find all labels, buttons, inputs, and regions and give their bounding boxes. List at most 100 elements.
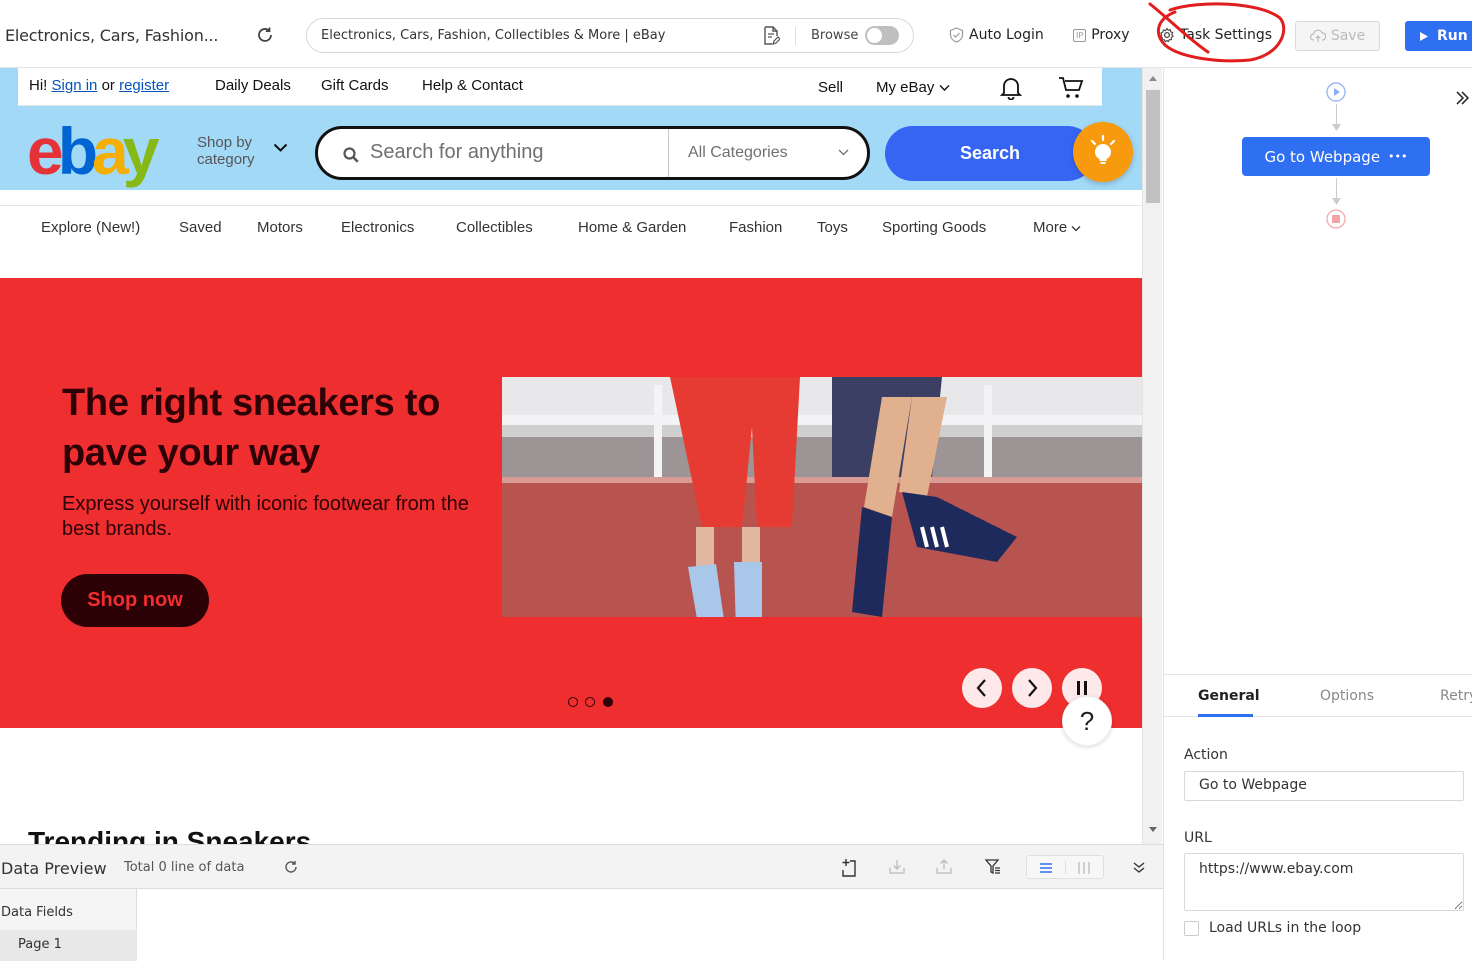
nav-home-garden[interactable]: Home & Garden (578, 219, 686, 236)
carousel-prev-button[interactable] (962, 668, 1002, 708)
flow-start-icon[interactable] (1326, 82, 1346, 102)
tab-options[interactable]: Options (1320, 688, 1374, 704)
shield-check-icon (949, 27, 964, 43)
category-select[interactable]: All Categories (688, 144, 788, 162)
browse-label: Browse (811, 28, 859, 43)
nav-saved[interactable]: Saved (179, 219, 222, 236)
ip-icon: IP (1073, 28, 1087, 42)
page-1-item[interactable]: Page 1 (0, 930, 137, 961)
nav-electronics[interactable]: Electronics (341, 219, 414, 236)
add-page-icon[interactable] (840, 858, 858, 878)
scroll-thumb[interactable] (1146, 90, 1160, 203)
auto-login-button[interactable]: Auto Login (949, 27, 1044, 43)
save-button[interactable]: Save (1295, 21, 1380, 51)
hero-subtitle: Express yourself with iconic footwear fr… (62, 493, 469, 540)
page-scrollbar[interactable] (1142, 68, 1162, 844)
page-tab-title[interactable]: Electronics, Cars, Fashion... (5, 26, 218, 45)
tab-retry[interactable]: Retry (1440, 688, 1472, 704)
cart-icon[interactable] (1058, 76, 1084, 104)
play-icon (1420, 31, 1428, 41)
category-nav: Explore (New!) Saved Motors Electronics … (0, 205, 1142, 249)
action-field[interactable]: Go to Webpage (1184, 771, 1464, 801)
collapse-down-icon[interactable] (1132, 861, 1146, 875)
logo-y: y (122, 114, 160, 188)
search-input[interactable] (370, 141, 660, 164)
node-more-icon[interactable]: ••• (1388, 150, 1407, 163)
refresh-icon[interactable] (283, 859, 299, 875)
chevron-down-icon[interactable] (273, 143, 288, 153)
data-preview-panel: Data Preview Total 0 line of data Data F… (0, 844, 1163, 961)
register-link[interactable]: register (119, 77, 169, 94)
tab-general[interactable]: General (1198, 688, 1260, 704)
nav-explore[interactable]: Explore (New!) (41, 219, 140, 236)
nav-sporting-goods[interactable]: Sporting Goods (882, 219, 986, 236)
double-chevron-right-icon[interactable] (1454, 90, 1470, 106)
load-urls-loop-checkbox[interactable] (1184, 921, 1199, 936)
url-field[interactable]: https://www.ebay.com (1184, 853, 1464, 911)
scroll-down-arrow-icon[interactable] (1143, 824, 1163, 836)
pause-icon (1077, 681, 1087, 695)
run-button[interactable]: Run (1405, 21, 1472, 51)
my-ebay-menu[interactable]: My eBay (876, 79, 950, 96)
shop-by-category-button[interactable]: Shop by category (197, 134, 269, 168)
export-icon[interactable] (935, 858, 953, 876)
carousel-dot[interactable] (585, 697, 595, 707)
chevron-down-icon (838, 149, 849, 156)
data-fields-sidebar: Data Fields Page 1 (0, 889, 137, 961)
daily-deals-link[interactable]: Daily Deals (215, 77, 291, 94)
scroll-up-arrow-icon[interactable] (1143, 72, 1163, 84)
nav-toys[interactable]: Toys (817, 219, 848, 236)
flow-end-icon[interactable] (1326, 209, 1346, 229)
flow-arrow-icon (1332, 198, 1341, 205)
carousel-dot-active[interactable] (603, 697, 613, 707)
go-to-webpage-node[interactable]: Go to Webpage ••• (1242, 137, 1430, 176)
nav-fashion[interactable]: Fashion (729, 219, 782, 236)
ebay-header: ebay Shop by category All Categories Sea… (0, 106, 1142, 190)
ebay-logo[interactable]: ebay (27, 118, 159, 184)
workflow-panel: Go to Webpage ••• General Options Retry … (1163, 68, 1472, 960)
hero-sneakers-image[interactable] (502, 377, 1142, 617)
reload-icon[interactable] (254, 24, 276, 46)
hero-title: The right sneakers to pave your way (62, 382, 441, 474)
divider (668, 129, 669, 177)
edit-document-icon[interactable] (762, 26, 781, 46)
data-total-count: Total 0 line of data (124, 860, 245, 875)
url-bar[interactable]: Electronics, Cars, Fashion, Collectibles… (306, 18, 914, 53)
task-settings-label: Task Settings (1180, 27, 1273, 43)
proxy-button[interactable]: IP Proxy (1073, 27, 1130, 43)
nav-more[interactable]: More (1033, 219, 1081, 236)
gift-cards-link[interactable]: Gift Cards (321, 77, 389, 94)
node-label: Go to Webpage (1264, 147, 1381, 166)
carousel-next-button[interactable] (1012, 668, 1052, 708)
search-icon (343, 147, 359, 163)
sign-in-link[interactable]: Sign in (52, 77, 98, 94)
logo-e: e (27, 114, 64, 188)
nav-more-label: More (1033, 219, 1068, 236)
logo-a: a (92, 114, 129, 188)
chevron-left-icon (976, 679, 986, 697)
auto-login-label: Auto Login (969, 27, 1044, 43)
data-preview-title: Data Preview (1, 859, 107, 878)
column-view-icon[interactable] (1077, 861, 1091, 875)
bell-icon[interactable] (999, 76, 1023, 104)
url-text[interactable]: Electronics, Cars, Fashion, Collectibles… (321, 28, 665, 43)
list-view-icon[interactable] (1039, 862, 1053, 874)
task-settings-button[interactable]: Task Settings (1159, 27, 1272, 43)
help-contact-link[interactable]: Help & Contact (422, 77, 523, 94)
search-button[interactable]: Search (885, 126, 1095, 181)
filter-icon[interactable] (984, 858, 1002, 876)
hero-banner: The right sneakers to pave your way Expr… (0, 278, 1142, 728)
browse-toggle[interactable] (865, 26, 899, 45)
trending-heading: Trending in Sneakers (28, 826, 312, 844)
download-icon[interactable] (888, 858, 906, 876)
shop-now-button[interactable]: Shop now (61, 574, 209, 627)
nav-collectibles[interactable]: Collectibles (456, 219, 533, 236)
help-button[interactable]: ? (1062, 696, 1112, 746)
properties-tabs: General Options Retry (1164, 675, 1472, 717)
view-mode-toggle[interactable] (1026, 855, 1104, 879)
nav-edge (0, 68, 18, 106)
carousel-dot[interactable] (568, 697, 578, 707)
sell-link[interactable]: Sell (818, 79, 843, 96)
nav-motors[interactable]: Motors (257, 219, 303, 236)
tips-button[interactable] (1073, 122, 1133, 182)
